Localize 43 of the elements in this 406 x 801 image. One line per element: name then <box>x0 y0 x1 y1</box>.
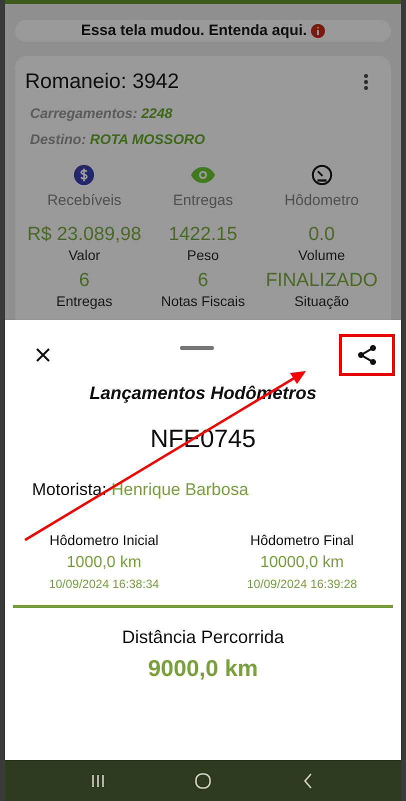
reading-value: 10000,0 km <box>260 553 344 573</box>
distance-value: 9000,0 km <box>148 654 258 683</box>
share-icon <box>357 344 377 366</box>
more-options-icon[interactable] <box>363 72 369 91</box>
action-button[interactable]: Hôdometro <box>262 164 381 212</box>
stat-value: 0.0 <box>308 224 335 246</box>
stat-label: Peso <box>187 246 219 264</box>
detail-value: ROTA MOSSORO <box>90 130 206 146</box>
stat-label: Notas Fiscais <box>160 292 245 310</box>
detail-label: Carregamentos: <box>30 104 138 120</box>
driver-name: Henrique Barbosa <box>111 480 248 498</box>
drag-handle[interactable] <box>180 346 214 350</box>
stat-value: FINALIZADO <box>266 270 378 292</box>
reading-label: Hôdometro Final <box>250 531 354 550</box>
share-button[interactable] <box>339 334 395 376</box>
gauge-icon <box>310 164 333 186</box>
detail-value: 2248 <box>141 104 172 120</box>
home-icon <box>194 772 211 788</box>
reading-value: 1000,0 km <box>66 553 142 573</box>
reading-time: 10/09/2024 16:38:34 <box>48 576 160 593</box>
stat-value: 6 <box>198 270 208 292</box>
stat-value: 6 <box>79 270 90 292</box>
stat-value: 1422.15 <box>168 224 238 246</box>
card-title: Romaneio: 3942 <box>25 69 180 95</box>
stat-label: Volume <box>298 246 345 264</box>
stat-label: Valor <box>68 246 100 264</box>
distance-label: Distância Percorrida <box>122 626 284 649</box>
info-icon <box>310 24 325 38</box>
action-button[interactable]: Recebíveis <box>25 164 144 212</box>
reading-time: 10/09/2024 16:39:28 <box>246 576 358 593</box>
detail-label: Destino: <box>30 130 86 146</box>
recents-icon <box>90 774 105 788</box>
close-icon <box>36 348 50 362</box>
stat-value: R$ 23.089,98 <box>27 224 142 246</box>
stat-label: Entregas <box>56 292 112 310</box>
stat-label: Situação <box>294 292 349 310</box>
driver-label: Motorista: <box>32 480 107 498</box>
reading-label: Hôdometro Inicial <box>50 531 158 550</box>
back-icon <box>303 772 314 788</box>
info-banner[interactable]: Essa tela mudou. Entenda aqui. <box>15 20 391 42</box>
action-button[interactable]: Entregas <box>144 164 262 212</box>
dollar-icon <box>73 164 96 186</box>
eye-icon <box>190 166 216 184</box>
